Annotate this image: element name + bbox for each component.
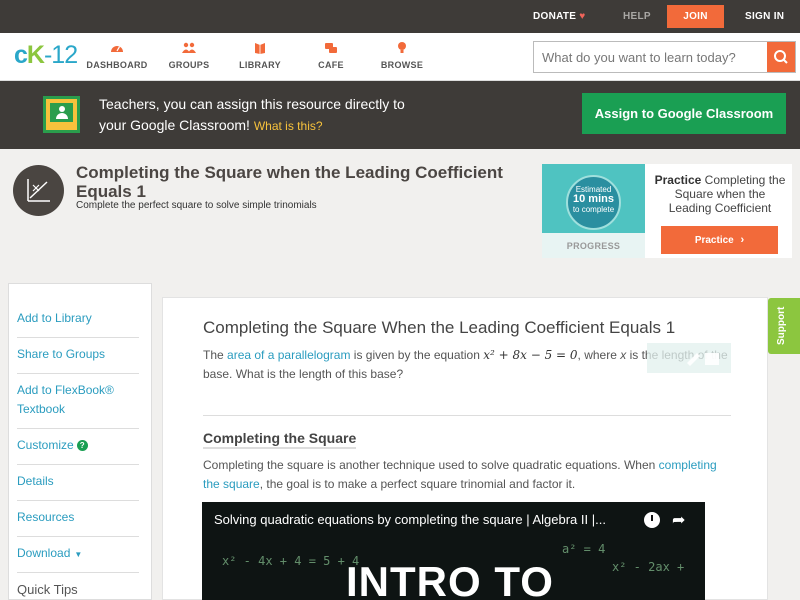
lesson-content: Completing the Square When the Leading C… <box>162 297 768 600</box>
sidebar-item-share-to-groups[interactable]: Share to Groups <box>17 338 139 374</box>
google-classroom-icon <box>43 96 80 133</box>
practice-thumbnail[interactable]: Estimated 10 mins to complete PROGRESS <box>542 164 645 258</box>
practice-card: Estimated 10 mins to complete PROGRESS P… <box>542 164 792 258</box>
share-icon[interactable]: ➦ <box>672 510 685 530</box>
nav-library[interactable]: LIBRARY <box>225 41 295 70</box>
sidebar-item-resources[interactable]: Resources <box>17 501 139 537</box>
search-input[interactable] <box>534 42 768 72</box>
section-divider <box>203 415 731 416</box>
estimated-time-badge: Estimated 10 mins to complete <box>566 175 621 230</box>
quick-tips-heading: Quick Tips <box>17 582 78 597</box>
donate-link[interactable]: DONATE ♥ <box>533 11 586 22</box>
page-title: Completing the Square when the Leading C… <box>76 163 503 201</box>
ck12-logo[interactable]: cK-12 <box>14 41 78 70</box>
practice-button[interactable]: Practice › <box>661 226 778 254</box>
watch-later-icon[interactable] <box>644 512 660 528</box>
nav-cafe[interactable]: CAFE <box>296 41 366 70</box>
heart-icon: ♥ <box>579 11 586 22</box>
banner-text: Teachers, you can assign this resource d… <box>99 96 405 133</box>
sidebar-area: Add to Library Share to Groups Add to Fl… <box>0 281 152 600</box>
video-title[interactable]: Solving quadratic equations by completin… <box>214 512 644 527</box>
top-utility-bar: DONATE ♥ HELP JOIN SIGN IN <box>0 0 800 33</box>
video-player[interactable]: x² - 4x + 4 = 5 + 4 a² = 4 x² - 2ax + So… <box>202 502 705 600</box>
help-link[interactable]: HELP <box>623 11 651 22</box>
page-subtitle: Complete the perfect square to solve sim… <box>76 200 317 211</box>
chalk-equation-1: x² - 4x + 4 = 5 + 4 <box>222 554 360 568</box>
browse-icon <box>398 42 406 53</box>
join-button[interactable]: JOIN <box>667 5 724 28</box>
search-box <box>533 41 796 73</box>
pencil-icon <box>687 353 719 366</box>
area-of-parallelogram-link[interactable]: area of a parallelogram <box>227 348 350 362</box>
groups-icon <box>182 42 196 53</box>
search-button[interactable] <box>767 42 795 72</box>
section-paragraph: Completing the square is another techniq… <box>203 458 717 491</box>
help-icon[interactable]: ? <box>76 440 88 451</box>
sign-in-link[interactable]: SIGN IN <box>745 11 784 22</box>
practice-description: Practice Completing the Square when the … <box>654 173 786 215</box>
nav-groups[interactable]: GROUPS <box>154 41 224 70</box>
annotation-toolbar[interactable] <box>647 343 731 373</box>
library-icon <box>255 43 265 54</box>
progress-label: PROGRESS <box>566 241 621 251</box>
assign-to-google-classroom-button[interactable]: Assign to Google Classroom <box>582 93 786 134</box>
chalk-equation-3: x² - 2ax + <box>612 560 685 574</box>
sidebar-item-add-to-library[interactable]: Add to Library <box>17 301 139 338</box>
sidebar: Add to Library Share to Groups Add to Fl… <box>8 283 152 600</box>
nav-dashboard[interactable]: DASHBOARD <box>82 41 152 70</box>
support-tab[interactable]: Support <box>768 298 800 354</box>
chevron-right-icon: › <box>740 234 745 246</box>
dashboard-icon <box>111 46 123 52</box>
search-icon <box>774 50 788 64</box>
sidebar-item-details[interactable]: Details <box>17 465 139 501</box>
chalk-equation-2: a² = 4 <box>562 542 606 556</box>
equation: x² + 8x − 5 = 0 <box>483 348 578 362</box>
what-is-this-link[interactable]: What is this? <box>254 119 323 133</box>
nav-browse[interactable]: BROWSE <box>367 41 437 70</box>
sidebar-item-customize[interactable]: Customize? <box>17 429 139 465</box>
main-nav: cK-12 DASHBOARD GROUPS LIBRARY CAFE BROW… <box>0 33 800 81</box>
content-title: Completing the Square When the Leading C… <box>203 318 676 337</box>
graph-icon <box>13 165 64 216</box>
video-frame-text: INTRO TO <box>346 558 554 600</box>
caret-down-icon: ▼ <box>74 550 83 559</box>
sidebar-item-download[interactable]: Download ▼ <box>17 537 139 573</box>
sidebar-item-add-to-flexbook[interactable]: Add to FlexBook® Textbook <box>17 374 139 429</box>
cafe-icon <box>325 43 337 53</box>
section-heading: Completing the Square <box>203 430 357 449</box>
